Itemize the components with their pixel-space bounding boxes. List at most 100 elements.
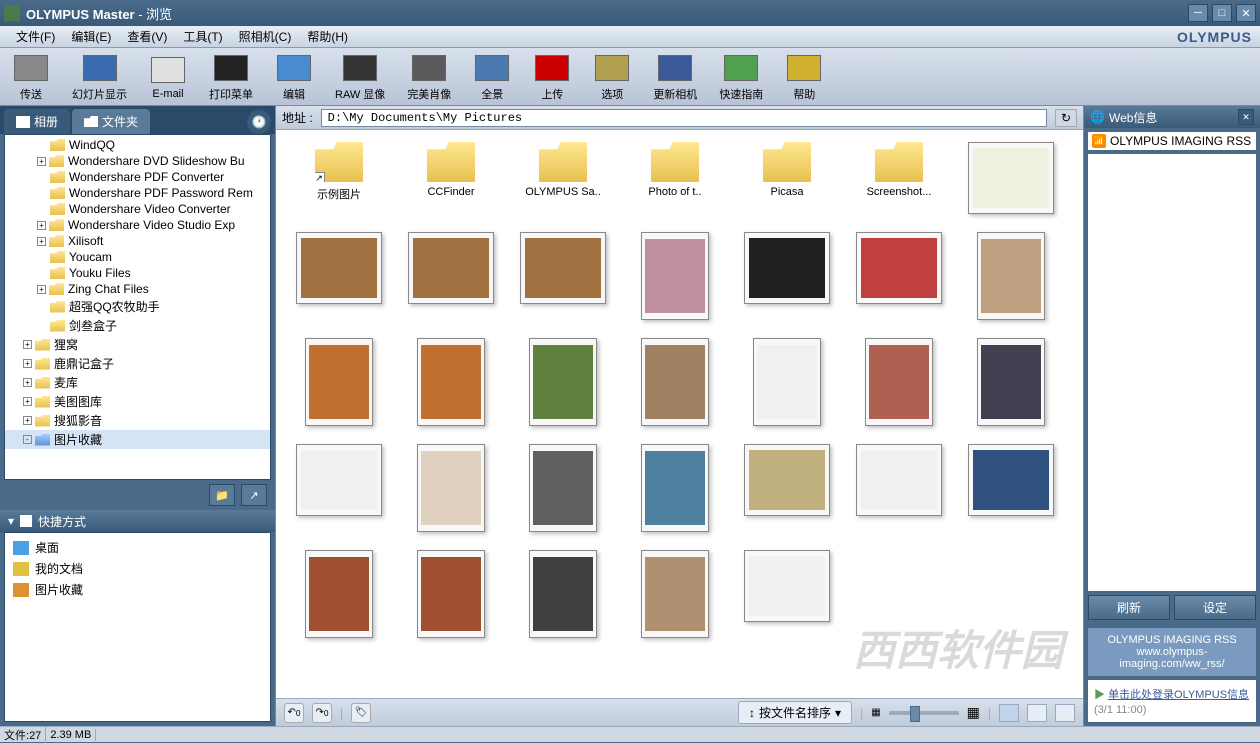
address-input[interactable] [321,109,1047,127]
toolbar-button[interactable]: 快速指南 [715,50,767,104]
rss-entry[interactable]: ▶ 单击此处登录OLYMPUS信息 (3/1 11:00) [1088,680,1256,722]
tree-expander[interactable]: + [23,416,32,425]
rotate-right-button[interactable]: ↷0 [312,703,332,723]
toolbar-button[interactable]: 编辑 [271,50,317,104]
menu-item[interactable]: 工具(T) [175,26,230,47]
tree-row[interactable]: +狸窝 [5,335,270,354]
image-thumbnail[interactable] [288,232,390,320]
maximize-button[interactable]: □ [1212,4,1232,22]
tree-row[interactable]: Wondershare PDF Password Rem [5,185,270,201]
toolbar-button[interactable]: E-mail [145,52,191,102]
tree-row[interactable]: +Wondershare Video Studio Exp [5,217,270,233]
image-thumbnail[interactable] [960,142,1062,214]
image-thumbnail[interactable] [400,444,502,532]
tree-row[interactable]: Wondershare PDF Converter [5,169,270,185]
toolbar-button[interactable]: 打印菜单 [205,50,257,104]
image-thumbnail[interactable] [848,232,950,320]
open-external-button[interactable]: ↗ [241,484,267,506]
menu-item[interactable]: 照相机(C) [231,26,300,47]
toolbar-button[interactable]: 全景 [469,50,515,104]
rotate-left-button[interactable]: ↶0 [284,703,304,723]
toolbar-button[interactable]: 传送 [8,50,54,104]
image-thumbnail[interactable] [400,232,502,320]
menu-item[interactable]: 文件(F) [8,26,63,47]
close-button[interactable]: ✕ [1236,4,1256,22]
image-thumbnail[interactable] [288,550,390,638]
tree-expander[interactable]: + [37,157,46,166]
shortcut-item[interactable]: 图片收藏 [9,579,266,600]
folder-thumbnail[interactable]: CCFinder [400,142,502,214]
image-thumbnail[interactable] [288,444,390,532]
toolbar-button[interactable]: 更新相机 [649,50,701,104]
zoom-slider[interactable] [889,711,959,715]
image-thumbnail[interactable] [512,550,614,638]
toolbar-button[interactable]: RAW 显像 [331,50,389,104]
tree-row[interactable]: +Zing Chat Files [5,281,270,297]
image-thumbnail[interactable] [400,338,502,426]
thumbnail-area[interactable]: ↗示例图片CCFinderOLYMPUS Sa..Photo of t..Pic… [276,130,1083,698]
minimize-button[interactable]: ─ [1188,4,1208,22]
tree-row[interactable]: +Wondershare DVD Slideshow Bu [5,153,270,169]
menu-item[interactable]: 编辑(E) [63,26,119,47]
toolbar-button[interactable]: 选项 [589,50,635,104]
image-thumbnail[interactable] [288,338,390,426]
toolbar-button[interactable]: 幻灯片显示 [68,50,131,104]
tree-expander[interactable]: + [37,221,46,230]
image-thumbnail[interactable] [736,444,838,532]
tree-row[interactable]: Wondershare Video Converter [5,201,270,217]
refresh-button[interactable]: 刷新 [1088,595,1170,620]
image-thumbnail[interactable] [512,232,614,320]
tree-row[interactable]: 剑叁盒子 [5,316,270,335]
image-thumbnail[interactable] [960,232,1062,320]
tree-expander[interactable]: + [23,340,32,349]
folder-thumbnail[interactable]: Picasa [736,142,838,214]
tree-row[interactable]: +搜狐影音 [5,411,270,430]
toolbar-button[interactable]: 上传 [529,50,575,104]
tab-album[interactable]: 相册 [4,109,70,134]
view-list-button[interactable] [1027,704,1047,722]
menu-item[interactable]: 帮助(H) [299,26,356,47]
rss-feed-item[interactable]: 📶 OLYMPUS IMAGING RSS [1088,132,1256,150]
shortcut-item[interactable]: 我的文档 [9,558,266,579]
image-thumbnail[interactable] [736,550,838,638]
tree-expander[interactable]: + [37,237,46,246]
tree-row[interactable]: +麦库 [5,373,270,392]
settings-button[interactable]: 设定 [1174,595,1256,620]
folder-thumbnail[interactable]: Photo of t.. [624,142,726,214]
folder-tree[interactable]: WindQQ+Wondershare DVD Slideshow BuWonde… [4,134,271,480]
tree-expander[interactable]: + [23,397,32,406]
panel-close-button[interactable]: ✕ [1238,109,1254,125]
tree-expander[interactable]: - [23,435,32,444]
folder-thumbnail[interactable]: OLYMPUS Sa.. [512,142,614,214]
image-thumbnail[interactable] [624,444,726,532]
tree-row[interactable]: +Xilisoft [5,233,270,249]
image-thumbnail[interactable] [960,338,1062,426]
tree-expander[interactable]: + [37,285,46,294]
image-thumbnail[interactable] [624,232,726,320]
sort-button[interactable]: ↕ 按文件名排序 ▾ [738,701,852,724]
tab-folder[interactable]: 文件夹 [72,109,150,134]
tree-row[interactable]: 超强QQ农牧助手 [5,297,270,316]
toolbar-button[interactable]: 帮助 [781,50,827,104]
tree-row[interactable]: -图片收藏 [5,430,270,449]
tree-row[interactable]: WindQQ [5,137,270,153]
image-thumbnail[interactable] [848,444,950,532]
toolbar-button[interactable]: 完美肖像 [403,50,455,104]
view-details-button[interactable] [1055,704,1075,722]
tree-row[interactable]: +鹿鼎记盒子 [5,354,270,373]
image-thumbnail[interactable] [400,550,502,638]
tree-expander[interactable]: + [23,378,32,387]
go-button[interactable]: ↻ [1055,109,1077,127]
clock-button[interactable]: 🕐 [247,110,271,134]
menu-item[interactable]: 查看(V) [119,26,175,47]
tree-expander[interactable]: + [23,359,32,368]
shortcut-header[interactable]: ▾ 快捷方式 [0,510,275,532]
image-thumbnail[interactable] [512,338,614,426]
image-thumbnail[interactable] [512,444,614,532]
shortcut-item[interactable]: 桌面 [9,537,266,558]
image-thumbnail[interactable] [848,338,950,426]
image-thumbnail[interactable] [624,550,726,638]
image-thumbnail[interactable] [736,232,838,320]
image-thumbnail[interactable] [960,444,1062,532]
image-thumbnail[interactable] [624,338,726,426]
